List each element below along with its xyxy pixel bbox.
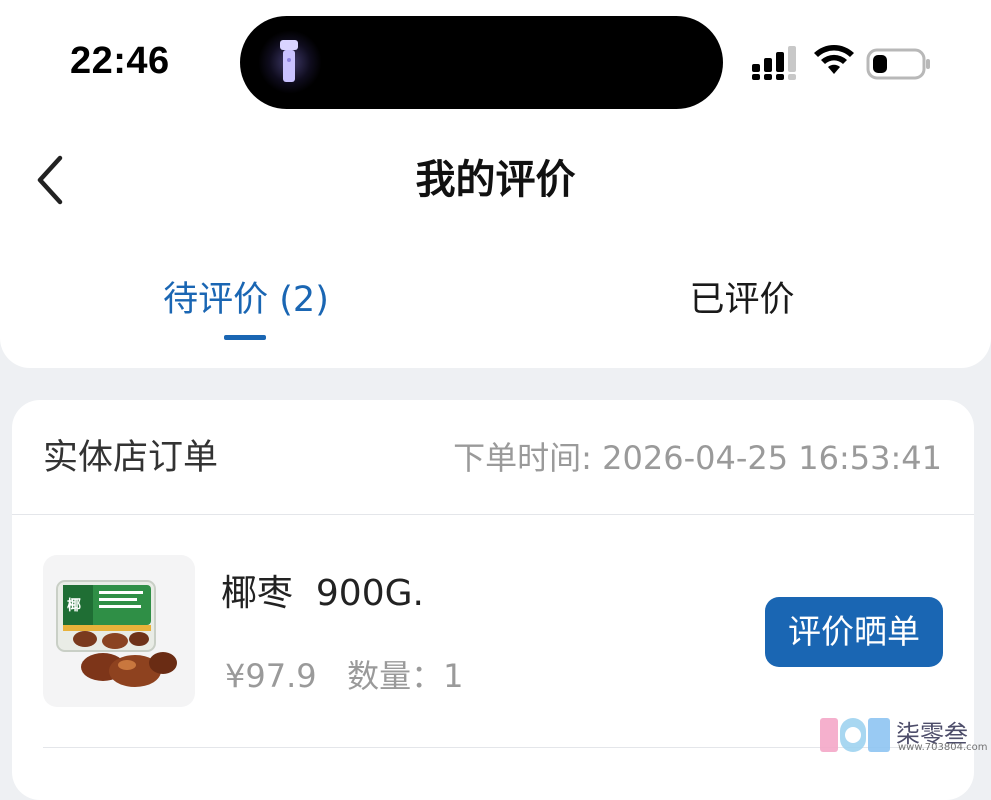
svg-text:椰: 椰 (67, 597, 81, 614)
store-order-label: 实体店订单 (43, 438, 219, 478)
product-name: 椰枣 900G. (221, 573, 424, 614)
dates-product-image: 椰 (56, 580, 177, 687)
tab-reviewed[interactable]: 已评价 (592, 272, 892, 328)
header-area: 22:46 我的评价 待评价 (2) 已评价 (0, 0, 991, 368)
watermark-logo-icon (820, 718, 890, 752)
watermark-url: www.703804.com (898, 742, 988, 753)
active-tab-indicator (224, 335, 266, 340)
watermark-logo: 柒零叁 www.703804.com (820, 712, 988, 758)
product-image[interactable]: 椰 (43, 555, 195, 707)
cellular-signal-icon (752, 46, 796, 80)
dynamic-island (240, 16, 723, 109)
flashlight-icon (280, 40, 298, 82)
status-time: 22:46 (70, 40, 170, 82)
wifi-icon (814, 45, 854, 74)
product-price-quantity: ¥97.9 数量：1 (225, 657, 464, 695)
write-review-button[interactable]: 评价晒单 (765, 597, 943, 667)
page-title: 我的评价 (415, 157, 576, 203)
order-time: 下单时间: 2026-04-25 16:53:41 (453, 439, 942, 477)
tab-pending-review[interactable]: 待评价 (2) (96, 272, 396, 328)
order-card-header: 实体店订单 下单时间: 2026-04-25 16:53:41 (12, 400, 974, 515)
status-icons (752, 44, 936, 84)
battery-icon (866, 48, 930, 80)
